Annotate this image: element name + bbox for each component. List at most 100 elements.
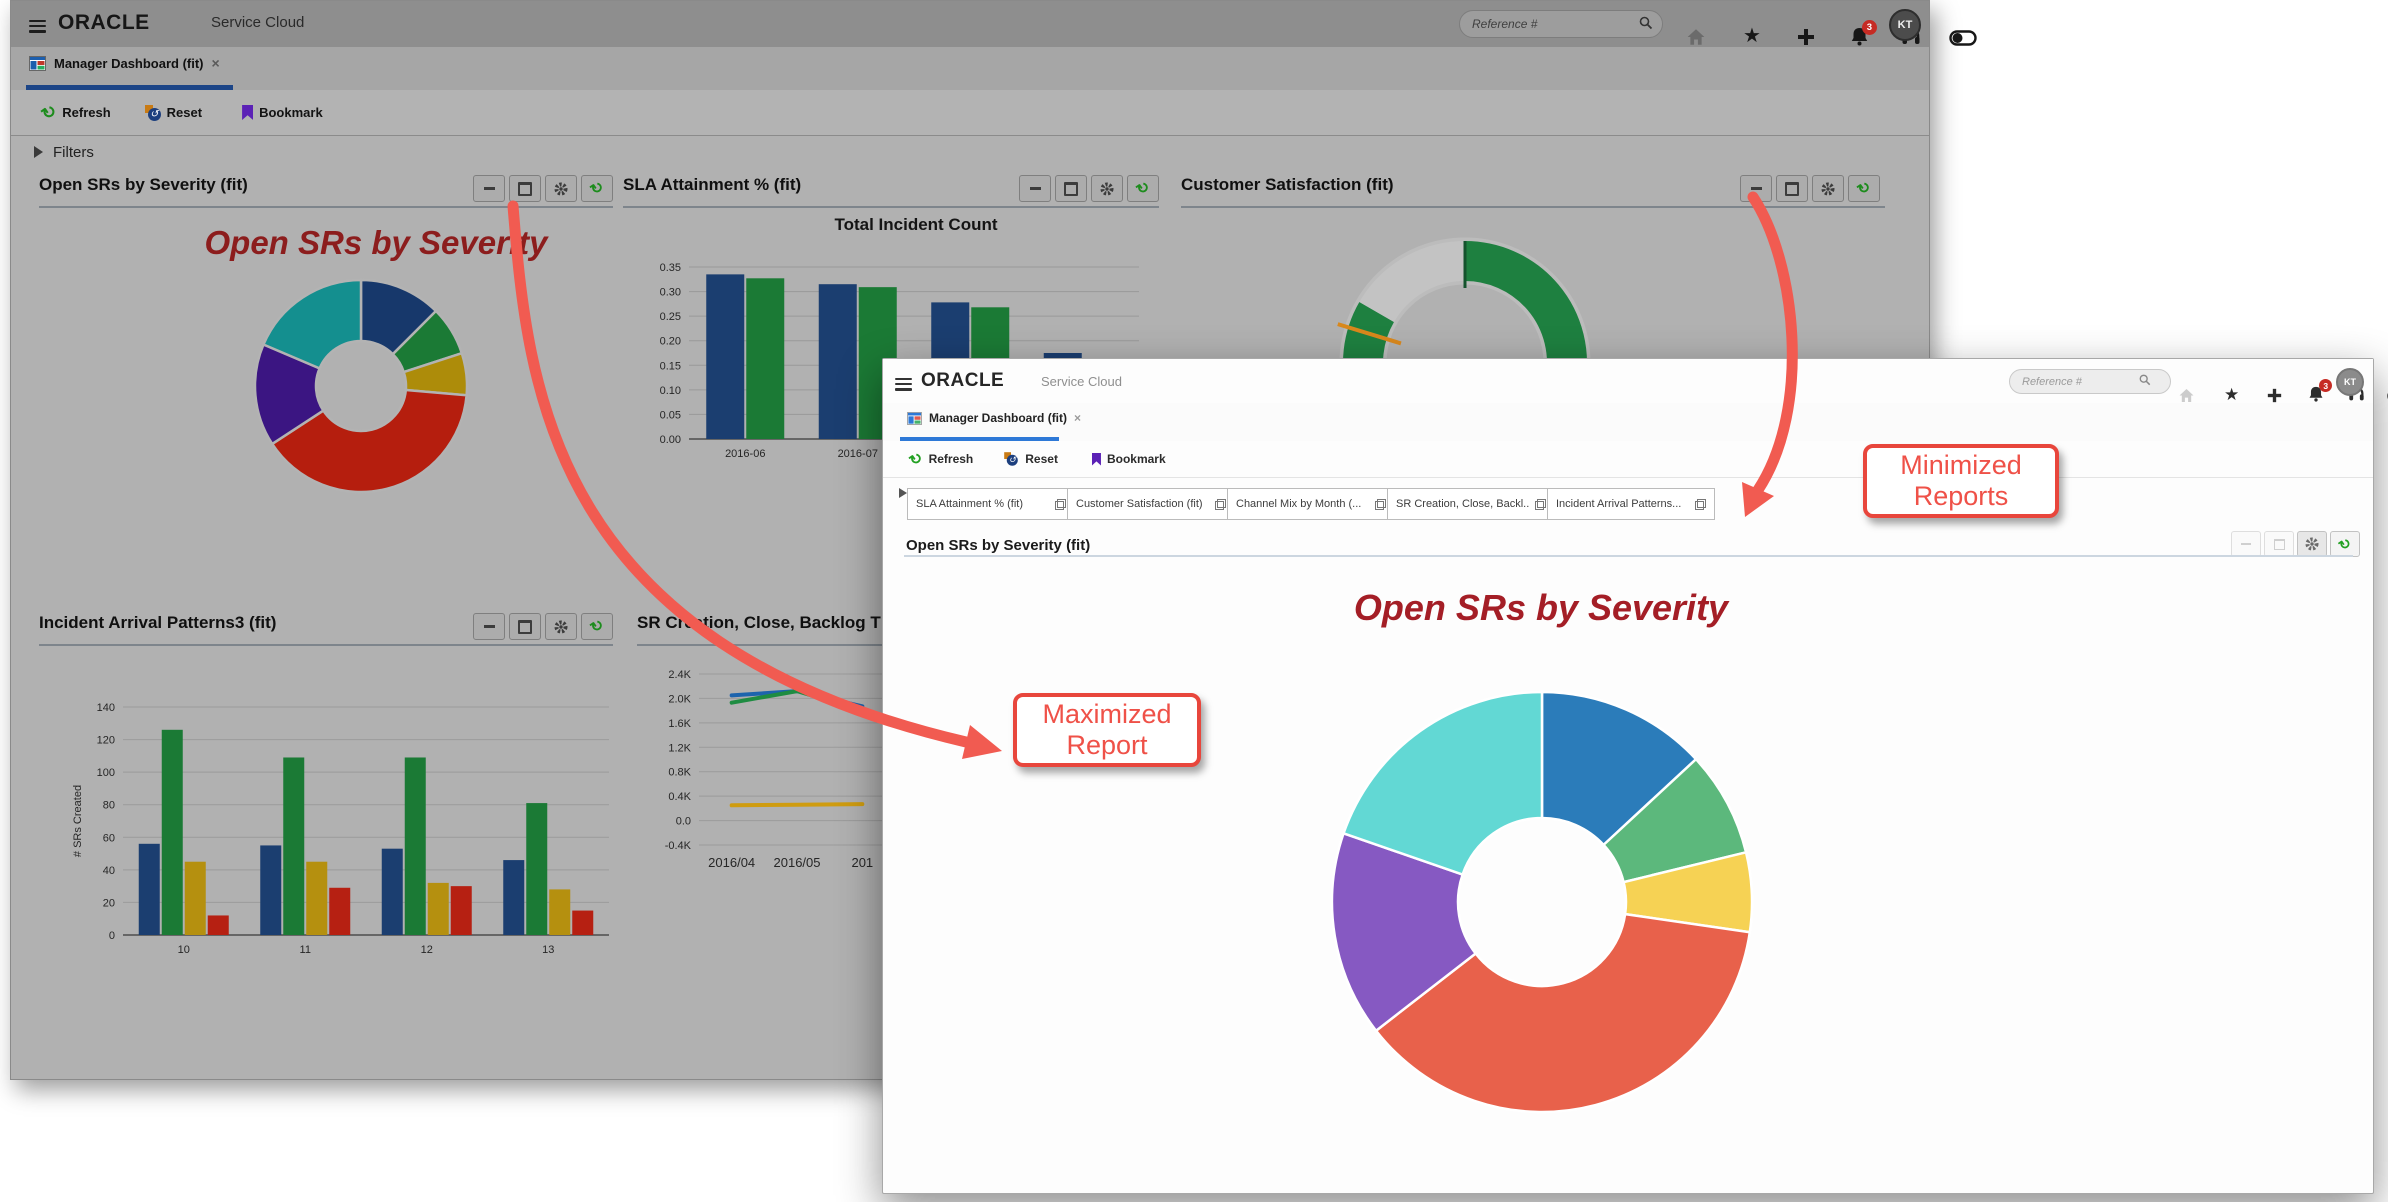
refresh-icon: ↻ — [2336, 535, 2354, 553]
bookmark-button[interactable]: Bookmark — [242, 105, 323, 120]
refresh-report-button[interactable]: ↻ — [1127, 175, 1159, 202]
panel-divider — [1181, 206, 1885, 208]
svg-text:120: 120 — [97, 735, 115, 747]
restore-button[interactable] — [1776, 175, 1808, 202]
tab-close-icon[interactable]: × — [1074, 411, 1081, 425]
search-input[interactable] — [1459, 10, 1663, 38]
minimized-report-sla[interactable]: SLA Attainment % (fit) — [907, 488, 1075, 520]
availability-toggle-icon[interactable] — [1949, 30, 1977, 46]
refresh-icon: ↻ — [1134, 179, 1153, 199]
notifications-bell-icon[interactable]: 3 — [2308, 386, 2324, 402]
svg-text:2.4K: 2.4K — [668, 669, 691, 681]
incident-bar-chart: 02040608010012014010111213# SRs Created — [61, 689, 621, 971]
panel-divider — [623, 206, 1159, 208]
restore-button[interactable] — [2264, 531, 2294, 557]
minimized-report-label: Customer Satisfaction (fit) — [1076, 498, 1203, 510]
notifications-bell-icon[interactable]: 3 — [1850, 27, 1869, 46]
refresh-report-button[interactable]: ↻ — [581, 175, 613, 202]
section-actions: ↻ — [2231, 531, 2360, 557]
svg-text:0.0: 0.0 — [676, 816, 691, 828]
minimize-button[interactable] — [473, 175, 505, 202]
refresh-report-button[interactable]: ↻ — [2330, 531, 2360, 557]
restore-button[interactable] — [509, 613, 541, 640]
reset-label: Reset — [167, 105, 202, 120]
minimized-report-channel-mix[interactable]: Channel Mix by Month (... — [1227, 488, 1395, 520]
section-title: Open SRs by Severity (fit) — [906, 537, 1090, 554]
refresh-report-button[interactable]: ↻ — [1848, 175, 1880, 202]
restore-button[interactable] — [1055, 175, 1087, 202]
options-gear-button[interactable] — [1812, 175, 1844, 202]
fg-toolbar: ↻ Refresh ↺ Reset Bookmark — [883, 441, 2373, 478]
add-plus-icon[interactable] — [1797, 28, 1815, 46]
home-icon[interactable] — [2178, 388, 2195, 403]
refresh-report-button[interactable]: ↻ — [581, 613, 613, 640]
dashboard-tab-icon — [907, 412, 922, 425]
bookmark-label: Bookmark — [1107, 452, 1166, 466]
svg-text:201: 201 — [851, 855, 873, 870]
reset-icon: ↺ — [145, 105, 161, 121]
minimize-button[interactable] — [2231, 531, 2261, 557]
svg-text:2.0K: 2.0K — [668, 693, 691, 705]
minimized-report-incident-arrival[interactable]: Incident Arrival Patterns... — [1547, 488, 1715, 520]
svg-text:60: 60 — [103, 832, 115, 844]
gear-icon — [554, 620, 568, 634]
avatar[interactable]: KT — [2336, 368, 2364, 396]
home-icon[interactable] — [1686, 28, 1706, 46]
options-gear-button[interactable] — [1091, 175, 1123, 202]
minimize-button[interactable] — [1019, 175, 1051, 202]
tab-manager-dashboard[interactable]: Manager Dashboard (fit) × — [29, 55, 220, 71]
svg-text:1.2K: 1.2K — [668, 742, 691, 754]
menu-icon[interactable] — [895, 375, 912, 393]
refresh-button[interactable]: ↻ Refresh — [910, 452, 973, 467]
svg-text:20: 20 — [103, 897, 115, 909]
svg-text:12: 12 — [421, 944, 433, 956]
refresh-label: Refresh — [62, 105, 110, 120]
panel-open-srs-header: Open SRs by Severity (fit) — [39, 175, 248, 195]
fg-topbar: ORACLE Service Cloud ★ 3 — [883, 359, 2373, 403]
minimized-report-sr-creation[interactable]: SR Creation, Close, Backl... — [1387, 488, 1555, 520]
bookmark-button[interactable]: Bookmark — [1092, 452, 1166, 466]
bg-filters-row: Filters — [11, 135, 1929, 169]
panel-csat-header: Customer Satisfaction (fit) — [1181, 175, 1394, 195]
tab-manager-dashboard[interactable]: Manager Dashboard (fit) × — [907, 411, 1081, 425]
minimized-report-label: SLA Attainment % (fit) — [916, 498, 1023, 510]
oracle-logo: ORACLE — [58, 11, 150, 35]
options-gear-button[interactable] — [2297, 531, 2327, 557]
minimized-report-label: Channel Mix by Month (... — [1236, 498, 1361, 510]
add-plus-icon[interactable] — [2267, 388, 2282, 403]
restore-icon — [1695, 499, 1706, 510]
options-gear-button[interactable] — [545, 613, 577, 640]
refresh-icon: ↻ — [907, 449, 926, 469]
filters-label: Filters — [53, 144, 94, 161]
options-gear-button[interactable] — [545, 175, 577, 202]
favorites-star-icon[interactable]: ★ — [1743, 26, 1761, 46]
svg-text:0.15: 0.15 — [660, 360, 681, 372]
minimize-button[interactable] — [1740, 175, 1772, 202]
tab-close-icon[interactable]: × — [212, 55, 220, 71]
minimize-button[interactable] — [473, 613, 505, 640]
favorites-star-icon[interactable]: ★ — [2224, 386, 2239, 403]
bg-tab-row: Manager Dashboard (fit) × — [11, 47, 1929, 91]
restore-button[interactable] — [509, 175, 541, 202]
menu-icon[interactable] — [29, 17, 46, 35]
panel-open-srs-actions: ↻ — [473, 175, 613, 202]
panel-title: Customer Satisfaction (fit) — [1181, 175, 1394, 195]
filters-expand-icon[interactable] — [899, 488, 907, 498]
avatar[interactable]: KT — [1889, 9, 1921, 41]
fg-tab-row: Manager Dashboard (fit) × — [883, 403, 2373, 442]
svg-text:40: 40 — [103, 865, 115, 877]
svg-text:0.30: 0.30 — [660, 287, 681, 299]
notification-badge: 3 — [1862, 20, 1877, 35]
foreground-window: ORACLE Service Cloud ★ 3 — [882, 358, 2374, 1194]
minimized-report-csat[interactable]: Customer Satisfaction (fit) — [1067, 488, 1235, 520]
svg-text:80: 80 — [103, 800, 115, 812]
filters-expand-icon[interactable] — [34, 146, 43, 158]
refresh-button[interactable]: ↻ Refresh — [42, 104, 111, 121]
reset-button[interactable]: ↺ Reset — [145, 105, 202, 121]
panel-title: Incident Arrival Patterns3 (fit) — [39, 613, 276, 633]
reset-button[interactable]: ↺ Reset — [1003, 451, 1058, 467]
svg-text:-0.4K: -0.4K — [665, 840, 692, 852]
restore-icon — [1535, 499, 1546, 510]
svg-text:0.8K: 0.8K — [668, 767, 691, 779]
search-input[interactable] — [2009, 369, 2171, 394]
